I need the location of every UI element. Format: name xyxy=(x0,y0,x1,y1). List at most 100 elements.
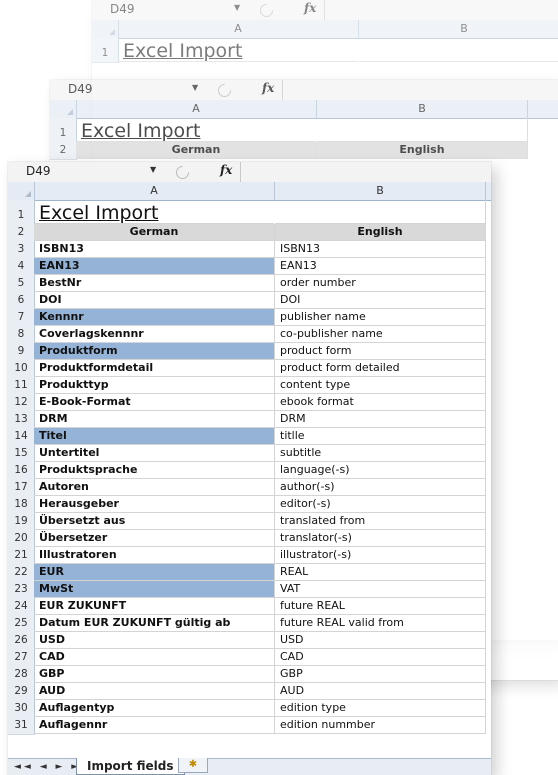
cell-english[interactable]: future REAL xyxy=(275,598,486,615)
cell-german[interactable]: Übersetzer xyxy=(34,530,275,547)
row-number[interactable]: 30 xyxy=(8,700,35,718)
row-number[interactable]: 27 xyxy=(8,649,35,667)
name-box[interactable]: D49 xyxy=(68,82,158,97)
cell-english[interactable]: subtitle xyxy=(275,445,486,462)
cell-german[interactable]: Untertitel xyxy=(34,445,275,462)
cell-german[interactable]: Auflagennr xyxy=(34,717,275,734)
cell-german[interactable]: EUR xyxy=(34,564,275,581)
cell-english[interactable]: USD xyxy=(275,632,486,649)
cell-english[interactable]: DRM xyxy=(275,411,486,428)
row-number[interactable]: 19 xyxy=(8,513,35,531)
row-number[interactable]: 12 xyxy=(8,394,35,412)
cell-english[interactable]: EAN13 xyxy=(275,258,486,275)
row-number[interactable]: 2 xyxy=(8,224,35,242)
cell-german[interactable]: GBP xyxy=(34,666,275,683)
row-number[interactable]: 2 xyxy=(50,142,77,160)
cell-english[interactable]: publisher name xyxy=(275,309,486,326)
cell-english[interactable]: translated from xyxy=(275,513,486,530)
insert-sheet-icon[interactable]: ✱ xyxy=(178,758,208,773)
row-number[interactable]: 24 xyxy=(8,598,35,616)
row-number[interactable]: 11 xyxy=(8,377,35,395)
chevron-down-icon[interactable]: ▼ xyxy=(234,3,240,12)
cell-german[interactable]: EAN13 xyxy=(34,258,275,275)
cell-german[interactable]: MwSt xyxy=(34,581,275,598)
cell-german[interactable]: Auflagentyp xyxy=(34,700,275,717)
row-number[interactable]: 16 xyxy=(8,462,35,480)
header-cell-german[interactable]: German xyxy=(76,142,317,159)
cell-english[interactable]: order number xyxy=(275,275,486,292)
row-number[interactable]: 3 xyxy=(8,241,35,259)
cell-english[interactable]: titlle xyxy=(275,428,486,445)
cell-german[interactable]: Titel xyxy=(34,428,275,445)
cell-german[interactable]: AUD xyxy=(34,683,275,700)
cell-english[interactable]: ebook format xyxy=(275,394,486,411)
column-header-a[interactable]: A xyxy=(118,20,359,38)
row-number[interactable]: 1 xyxy=(50,118,77,143)
column-header-b[interactable]: B xyxy=(359,20,558,38)
select-all-corner[interactable] xyxy=(8,182,35,200)
row-number[interactable]: 6 xyxy=(8,292,35,310)
row-number[interactable]: 13 xyxy=(8,411,35,429)
sheet-title[interactable]: Excel Import xyxy=(118,38,358,62)
cell-german[interactable]: Datum EUR ZUKUNFT gültig ab xyxy=(34,615,275,632)
row-number[interactable]: 7 xyxy=(8,309,35,327)
cell-english[interactable]: language(-s) xyxy=(275,462,486,479)
sheet-title[interactable]: Excel Import xyxy=(34,200,274,224)
row-number[interactable]: 18 xyxy=(8,496,35,514)
cell-english[interactable]: product form xyxy=(275,343,486,360)
cell-german[interactable]: DRM xyxy=(34,411,275,428)
cell-english[interactable]: content type xyxy=(275,377,486,394)
cell-german[interactable]: DOI xyxy=(34,292,275,309)
cell-english[interactable]: edition type xyxy=(275,700,486,717)
sheet-title[interactable]: Excel Import xyxy=(76,118,316,142)
cell-german[interactable]: Produkttyp xyxy=(34,377,275,394)
fx-icon[interactable]: fx xyxy=(220,163,232,177)
cell[interactable] xyxy=(359,38,558,62)
cell-german[interactable]: E-Book-Format xyxy=(34,394,275,411)
header-cell-german[interactable]: German xyxy=(34,224,275,241)
select-all-corner[interactable] xyxy=(50,100,77,118)
cell[interactable] xyxy=(275,200,486,224)
column-header-b[interactable]: B xyxy=(317,100,528,118)
fx-icon[interactable]: fx xyxy=(304,1,316,15)
cell-german[interactable]: Produktformdetail xyxy=(34,360,275,377)
header-cell-english[interactable]: English xyxy=(275,224,486,241)
row-number[interactable]: 1 xyxy=(92,38,119,63)
cell-german[interactable]: Autoren xyxy=(34,479,275,496)
row-number[interactable]: 10 xyxy=(8,360,35,378)
cell-english[interactable]: ISBN13 xyxy=(275,241,486,258)
cell-german[interactable]: Illustratoren xyxy=(34,547,275,564)
cell-english[interactable]: GBP xyxy=(275,666,486,683)
cell-german[interactable]: USD xyxy=(34,632,275,649)
cell-german[interactable]: Produktform xyxy=(34,343,275,360)
cell-english[interactable]: VAT xyxy=(275,581,486,598)
row-number[interactable]: 4 xyxy=(8,258,35,276)
column-header-b[interactable]: B xyxy=(275,182,486,200)
row-number[interactable]: 15 xyxy=(8,445,35,463)
header-cell-english[interactable]: English xyxy=(317,142,528,159)
cell-english[interactable]: translator(-s) xyxy=(275,530,486,547)
row-number[interactable]: 25 xyxy=(8,615,35,633)
select-all-corner[interactable] xyxy=(92,20,119,38)
cell-english[interactable]: REAL xyxy=(275,564,486,581)
row-number[interactable]: 1 xyxy=(8,200,35,225)
cell-english[interactable]: co-publisher name xyxy=(275,326,486,343)
cell[interactable] xyxy=(317,118,528,142)
name-box[interactable]: D49 xyxy=(26,164,116,179)
cell-english[interactable]: product form detailed xyxy=(275,360,486,377)
cell-german[interactable]: CAD xyxy=(34,649,275,666)
cell-german[interactable]: Übersetzt aus xyxy=(34,513,275,530)
sheet-tab-import-fields[interactable]: Import fields xyxy=(76,758,185,775)
row-number[interactable]: 5 xyxy=(8,275,35,293)
cell-english[interactable]: author(-s) xyxy=(275,479,486,496)
chevron-down-icon[interactable]: ▼ xyxy=(150,165,156,174)
cell-german[interactable]: Kennnr xyxy=(34,309,275,326)
cell-german[interactable]: Produktsprache xyxy=(34,462,275,479)
cell-english[interactable]: future REAL valid from xyxy=(275,615,486,632)
row-number[interactable]: 23 xyxy=(8,581,35,599)
row-number[interactable]: 14 xyxy=(8,428,35,446)
row-number[interactable]: 17 xyxy=(8,479,35,497)
row-number[interactable]: 28 xyxy=(8,666,35,684)
row-number[interactable]: 29 xyxy=(8,683,35,701)
row-number[interactable]: 31 xyxy=(8,717,35,735)
